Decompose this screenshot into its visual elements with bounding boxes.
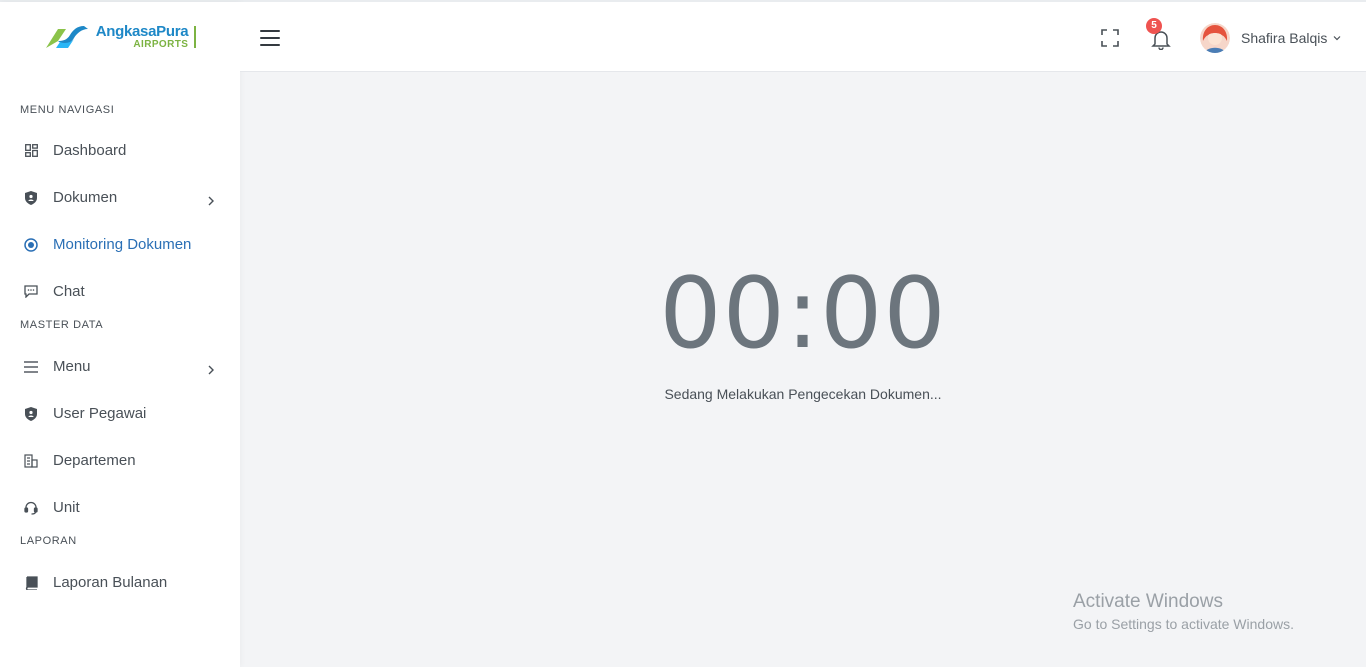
sidebar-item-label: Laporan Bulanan bbox=[53, 574, 168, 591]
fullscreen-icon bbox=[1101, 29, 1119, 47]
chat-icon bbox=[24, 285, 38, 299]
sidebar-item-label: Dokumen bbox=[53, 189, 118, 206]
section-master-data: MASTER DATA bbox=[20, 319, 104, 331]
sidebar-item-label: Monitoring Dokumen bbox=[53, 236, 192, 253]
watermark-title: Activate Windows bbox=[1073, 591, 1223, 612]
section-laporan: LAPORAN bbox=[20, 535, 77, 547]
avatar bbox=[1200, 23, 1230, 53]
chevron-down-icon bbox=[1333, 36, 1341, 41]
headset-icon bbox=[24, 501, 38, 515]
windows-activation-watermark: Activate Windows Go to Settings to activ… bbox=[1073, 591, 1294, 635]
sidebar-item-chat[interactable]: Chat bbox=[0, 268, 240, 315]
sidebar-item-label: Departemen bbox=[53, 452, 136, 469]
chevron-right-icon bbox=[206, 362, 216, 374]
record-icon bbox=[24, 237, 38, 252]
brand-logo[interactable]: AngkasaPura AIRPORTS bbox=[0, 2, 240, 72]
fullscreen-button[interactable] bbox=[1101, 29, 1119, 47]
chevron-right-icon bbox=[206, 193, 216, 205]
sidebar-item-departemen[interactable]: Departemen bbox=[0, 437, 240, 484]
sidebar-item-laporan-bulanan[interactable]: Laporan Bulanan bbox=[0, 559, 240, 606]
top-header: 5 Shafira Balqis bbox=[240, 2, 1366, 72]
main-content: 00:00 Sedang Melakukan Pengecekan Dokume… bbox=[240, 73, 1366, 667]
notification-badge: 5 bbox=[1146, 18, 1162, 34]
hamburger-line bbox=[260, 37, 280, 39]
hamburger-line bbox=[260, 44, 280, 46]
sidebar-item-menu[interactable]: Menu bbox=[0, 343, 240, 390]
building-icon bbox=[24, 453, 38, 468]
sidebar-item-monitoring-dokumen[interactable]: Monitoring Dokumen bbox=[0, 221, 240, 268]
sidebar-item-label: Chat bbox=[53, 283, 85, 300]
watermark-subtitle: Go to Settings to activate Windows. bbox=[1073, 616, 1294, 632]
sidebar-item-user-pegawai[interactable]: User Pegawai bbox=[0, 390, 240, 437]
user-name: Shafira Balqis bbox=[1241, 30, 1328, 46]
brand-subtitle: AIRPORTS bbox=[133, 39, 189, 50]
shield-icon bbox=[24, 190, 38, 205]
menu-toggle-button[interactable] bbox=[260, 30, 280, 46]
sidebar-item-dashboard[interactable]: Dashboard bbox=[0, 127, 240, 174]
sidebar: AngkasaPura AIRPORTS MENU NAVIGASI Dashb… bbox=[0, 2, 240, 667]
logo-divider bbox=[194, 26, 197, 48]
sidebar-item-label: User Pegawai bbox=[53, 405, 147, 422]
hamburger-line bbox=[260, 30, 280, 32]
book-icon bbox=[24, 575, 38, 590]
sidebar-item-label: Dashboard bbox=[53, 142, 127, 159]
sidebar-item-label: Menu bbox=[53, 358, 91, 375]
section-menu-navigasi: MENU NAVIGASI bbox=[20, 104, 115, 116]
user-menu[interactable]: Shafira Balqis bbox=[1200, 22, 1341, 54]
brand-name: AngkasaPura bbox=[95, 23, 189, 40]
dashboard-icon bbox=[24, 144, 38, 158]
shield-user-icon bbox=[24, 406, 38, 421]
sidebar-item-label: Unit bbox=[53, 499, 80, 516]
angkasa-pura-logo-icon bbox=[45, 26, 88, 48]
sidebar-item-unit[interactable]: Unit bbox=[0, 484, 240, 531]
sidebar-item-dokumen[interactable]: Dokumen bbox=[0, 174, 240, 221]
status-text: Sedang Melakukan Pengecekan Dokumen... bbox=[664, 386, 942, 402]
countdown-timer: 00:00 bbox=[659, 257, 947, 371]
list-icon bbox=[24, 360, 38, 374]
